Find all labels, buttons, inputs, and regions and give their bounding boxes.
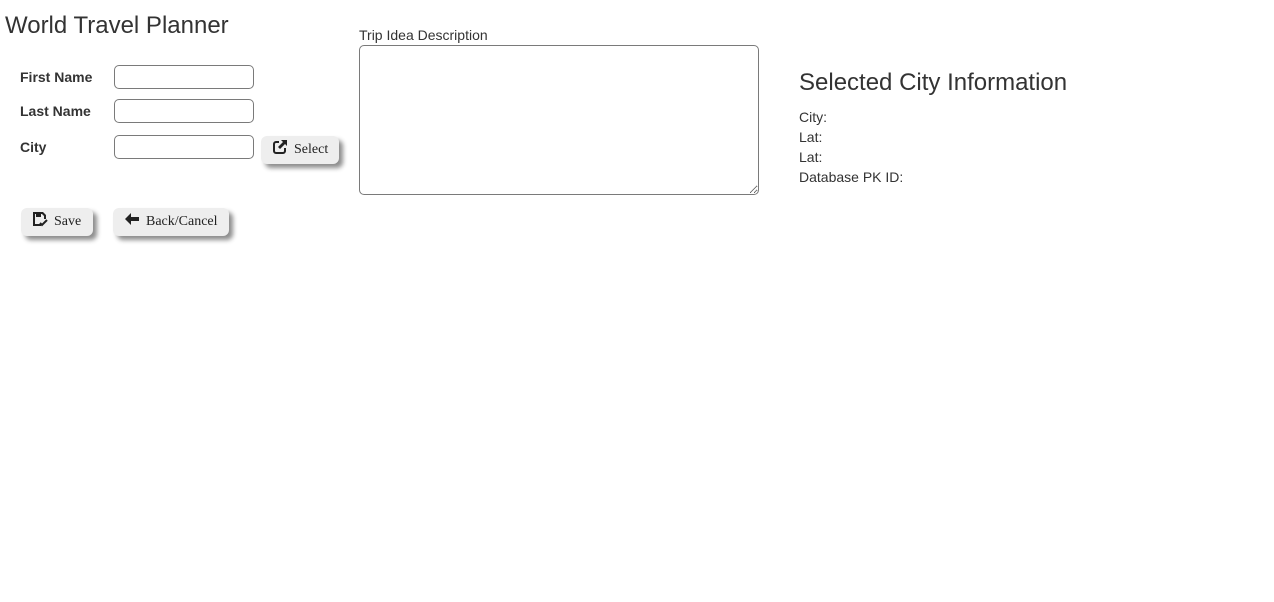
last-name-label: Last Name (20, 103, 91, 119)
save-icon (32, 211, 48, 227)
select-city-button[interactable]: Select (261, 136, 339, 164)
external-link-icon (272, 139, 288, 155)
city-info-pk-id: Database PK ID: (799, 169, 904, 185)
save-button-label: Save (54, 214, 82, 229)
city-input[interactable] (114, 135, 254, 159)
back-cancel-button[interactable]: Back/Cancel (113, 208, 229, 236)
trip-description-textarea[interactable] (359, 45, 759, 195)
trip-description-label: Trip Idea Description (359, 27, 488, 43)
first-name-label: First Name (20, 69, 93, 85)
back-cancel-button-label: Back/Cancel (146, 214, 218, 229)
travel-planner-page: World Travel Planner First Name Last Nam… (0, 0, 1274, 602)
city-info-lat: Lat: (799, 129, 823, 145)
save-button[interactable]: Save (21, 208, 93, 236)
last-name-input[interactable] (114, 99, 254, 123)
page-title: World Travel Planner (5, 12, 229, 39)
selected-city-info-title: Selected City Information (799, 69, 1068, 96)
first-name-input[interactable] (114, 65, 254, 89)
select-button-label: Select (294, 142, 329, 157)
city-label: City (20, 139, 47, 155)
city-info-city: City: (799, 109, 827, 125)
city-info-lat-second: Lat: (799, 149, 823, 165)
arrow-left-icon (124, 211, 140, 227)
